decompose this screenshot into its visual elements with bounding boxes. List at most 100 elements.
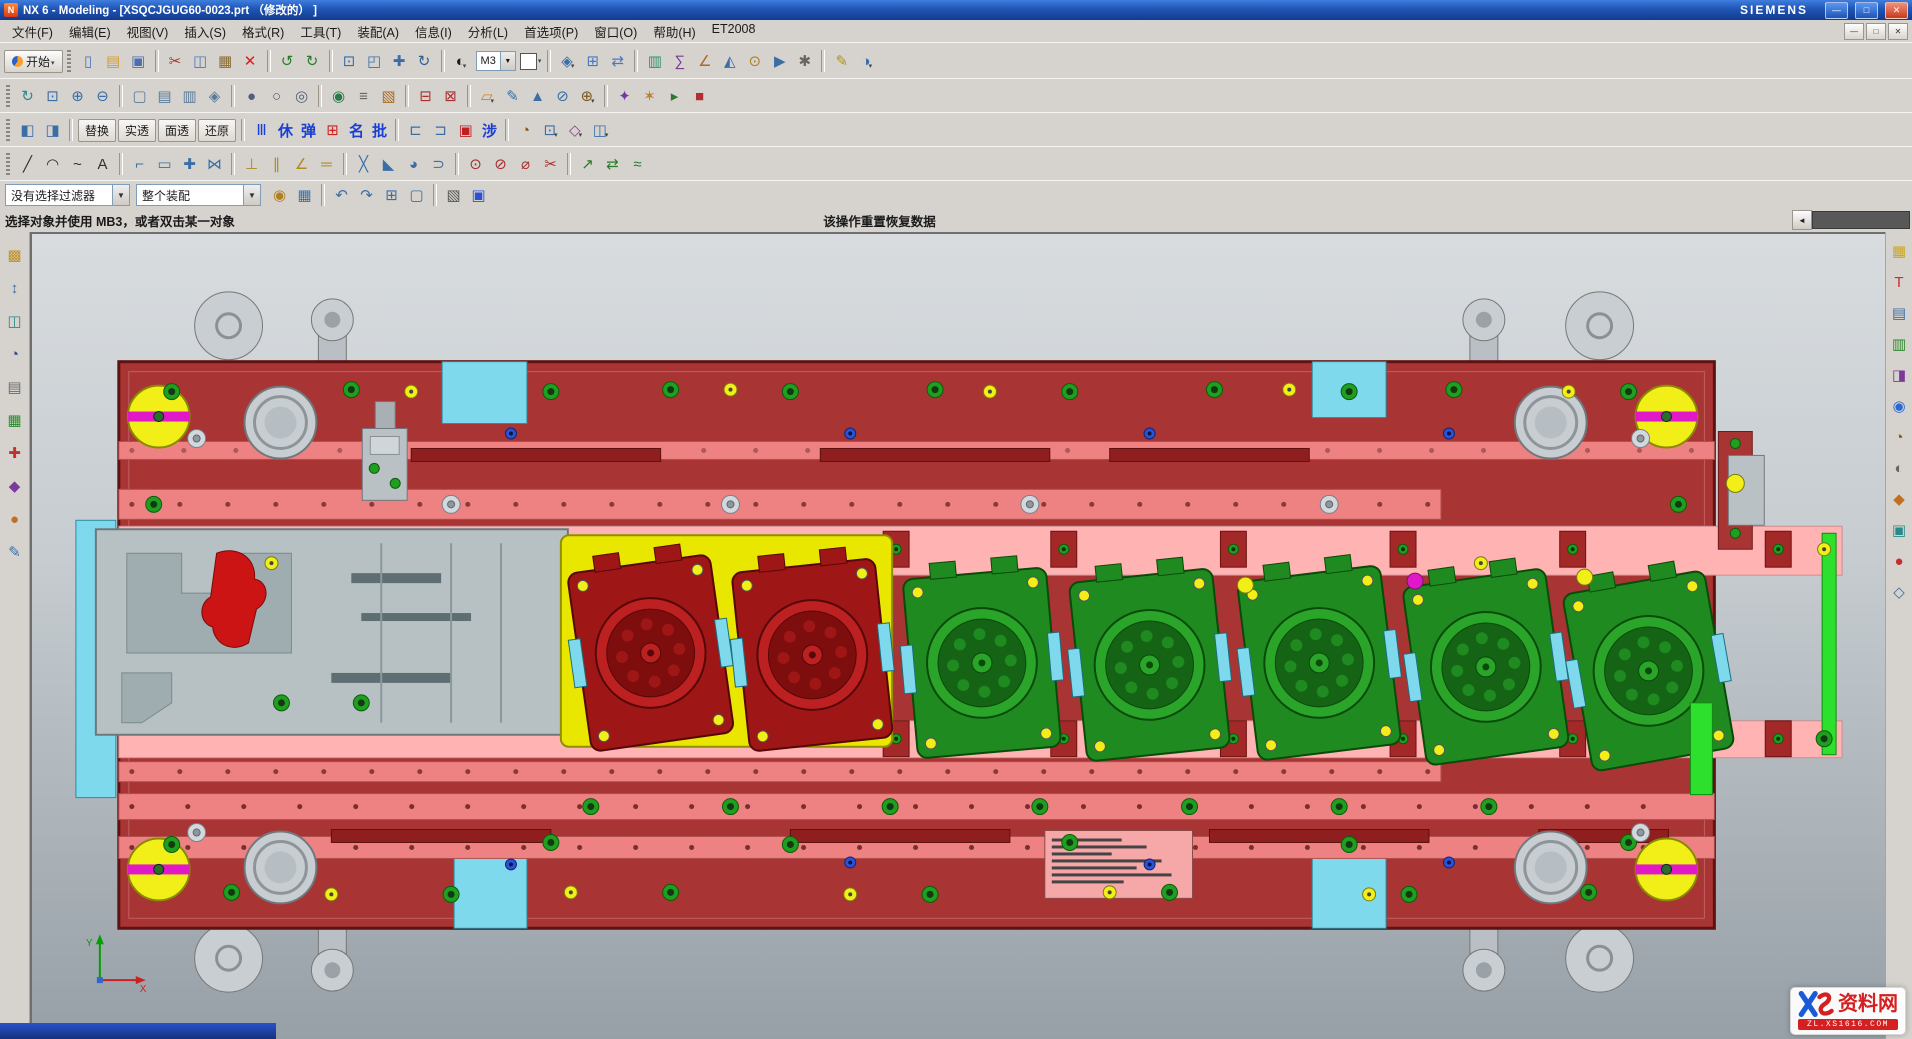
display-filter-2-icon[interactable]: ◨ (40, 118, 65, 142)
menu-item-6[interactable]: 装配(A) (349, 19, 407, 44)
pause-macro-button[interactable]: 休 (274, 119, 297, 142)
redo-icon[interactable]: ↻ (300, 49, 325, 73)
save-file-icon[interactable]: ▣ (126, 49, 151, 73)
menu-item-2[interactable]: 视图(V) (119, 19, 177, 44)
equal-constraint-icon[interactable]: ═ (314, 152, 339, 176)
zoom-fit-icon[interactable]: ⊡ (337, 49, 362, 73)
cue-scrollbar[interactable]: ◄ (1792, 210, 1912, 230)
menu-item-7[interactable]: 信息(I) (407, 19, 460, 44)
restore-button[interactable]: 还原 (198, 119, 236, 142)
parallel-constraint-icon[interactable]: ∥ (264, 152, 289, 176)
reverse-direction-icon[interactable]: ⇄ (600, 152, 625, 176)
die-station-4[interactable] (1059, 553, 1238, 762)
text-tool-icon[interactable]: A (90, 152, 115, 176)
select-all-icon[interactable]: ⊞ (379, 183, 404, 207)
document-palette-icon[interactable]: ▤ (4, 376, 26, 398)
tab-history-icon[interactable]: ◔ (1888, 426, 1910, 448)
angle-dimension-icon[interactable]: ∠ (289, 152, 314, 176)
face-translucency-button[interactable]: 面透 (158, 119, 196, 142)
highlight-toggle-icon[interactable]: ▦ (292, 183, 317, 207)
color-palette-icon[interactable]: ✎ (4, 541, 26, 563)
zoom-out-icon[interactable]: ⊖ (90, 84, 115, 108)
spring-macro-button[interactable]: 弹 (297, 119, 320, 142)
mdi-minimize-button[interactable]: — (1844, 23, 1864, 40)
scroll-left-icon[interactable]: ◄ (1792, 210, 1812, 230)
maximize-button[interactable]: □ (1855, 2, 1878, 19)
tab-reuse-library-icon[interactable]: ▥ (1888, 333, 1910, 355)
fit-view-icon[interactable]: ⊡ (40, 84, 65, 108)
curve-analysis-icon[interactable]: ≈ (625, 152, 650, 176)
unite-boolean-icon[interactable]: ⊕▾ (575, 84, 600, 108)
layer-settings-icon[interactable]: ≡ (351, 84, 376, 108)
toolbar-grip[interactable] (6, 153, 10, 175)
open-file-icon[interactable]: ▤ (101, 49, 126, 73)
perpendicular-constraint-icon[interactable]: ⊥ (239, 152, 264, 176)
start-menu-button[interactable]: 开始▾ (4, 50, 63, 73)
sketch-palette-icon[interactable]: ◫ (4, 310, 26, 332)
move-component-icon[interactable]: ⇄ (605, 49, 630, 73)
spline-tool-icon[interactable]: ~ (65, 152, 90, 176)
die-station-2[interactable] (722, 543, 901, 752)
graphics-window[interactable]: Y X (30, 232, 1885, 1039)
view-side-icon[interactable]: ▥ (177, 84, 202, 108)
tab-roles-icon[interactable]: ● (1888, 550, 1910, 572)
paste-icon[interactable]: ▦ (213, 49, 238, 73)
toolbar-grip[interactable] (6, 85, 10, 107)
sketch-icon[interactable]: ✎ (500, 84, 525, 108)
class-selection-icon[interactable]: ✱ (792, 49, 817, 73)
small-tool-1-icon[interactable]: ⊏ (403, 118, 428, 142)
pan-view-icon[interactable]: ✚ (387, 49, 412, 73)
extrude-icon[interactable]: ▲ (525, 84, 550, 108)
red-block-tool-icon[interactable]: ▣ (453, 118, 478, 142)
rectangle-tool-icon[interactable]: ▭ (152, 152, 177, 176)
copy-icon[interactable]: ◫ (188, 49, 213, 73)
component-pattern-icon[interactable]: ◫▾ (588, 118, 613, 142)
edit-object-display-icon[interactable]: ✎ (829, 49, 854, 73)
line-tool-icon[interactable]: ╱ (15, 152, 40, 176)
display-filter-1-icon[interactable]: ◧ (15, 118, 40, 142)
scroll-track[interactable] (1812, 211, 1910, 229)
chevron-down-icon[interactable]: ▼ (243, 185, 260, 205)
delete-icon[interactable]: ✕ (238, 49, 263, 73)
menu-item-11[interactable]: 帮助(H) (645, 19, 703, 44)
menu-item-8[interactable]: 分析(L) (460, 19, 516, 44)
tab-process-studio-icon[interactable]: ◆ (1888, 488, 1910, 510)
chamfer-curve-icon[interactable]: ◣ (376, 152, 401, 176)
menu-item-3[interactable]: 插入(S) (176, 19, 234, 44)
stop-simulation-icon[interactable]: ■ (687, 84, 712, 108)
new-file-icon[interactable]: ▯ (76, 49, 101, 73)
hidden-edge-display-icon[interactable]: ◎ (289, 84, 314, 108)
close-button[interactable]: ✕ (1885, 2, 1908, 19)
cad-scene[interactable]: Y X (32, 234, 1885, 1039)
show-and-hide-icon[interactable]: ◉ (326, 84, 351, 108)
snap-toggle-icon[interactable]: ◉ (267, 183, 292, 207)
nx-app-icon[interactable]: N (4, 3, 18, 17)
assembly-load-options-icon[interactable]: ⊞ (580, 49, 605, 73)
menu-item-4[interactable]: 格式(R) (234, 19, 292, 44)
orient-view-icon[interactable]: ◈▾ (555, 49, 580, 73)
play-simulation-icon[interactable]: ▸ (662, 84, 687, 108)
diameter-dimension-icon[interactable]: ⌀ (513, 152, 538, 176)
toolbar-grip[interactable] (6, 119, 10, 141)
shaded-display-icon[interactable]: ● (239, 84, 264, 108)
menu-item-1[interactable]: 编辑(E) (61, 19, 119, 44)
menu-item-12[interactable]: ET2008 (704, 19, 764, 44)
tab-part-navigator-icon[interactable]: ▤ (1888, 302, 1910, 324)
cut-icon[interactable]: ✂ (163, 49, 188, 73)
zoom-window-icon[interactable]: ◰ (362, 49, 387, 73)
part-family-icon[interactable]: ▥ (642, 49, 667, 73)
wave-link-icon[interactable]: ◔ (513, 118, 538, 142)
tab-internet-explorer-icon[interactable]: ◉ (1888, 395, 1910, 417)
transfer-arrows-icon[interactable]: ↕ (4, 277, 26, 299)
chevron-down-icon[interactable]: ▼ (112, 185, 129, 205)
toolbar-grip[interactable] (67, 50, 71, 72)
wade-macro-button[interactable]: 涉 (478, 119, 501, 142)
material-properties-icon[interactable]: ◭ (717, 49, 742, 73)
hole-feature-icon[interactable]: ⊘ (550, 84, 575, 108)
select-next-icon[interactable]: ↷ (354, 183, 379, 207)
tab-system-materials-icon[interactable]: ◐ (1888, 457, 1910, 479)
object-color-swatch[interactable]: ▾ (520, 53, 542, 70)
create-palette-icon[interactable]: ✚ (4, 442, 26, 464)
snap-point-icon[interactable]: ⊙ (742, 49, 767, 73)
selection-filter-dropdown[interactable]: 没有选择过滤器 ▼ (5, 184, 130, 206)
